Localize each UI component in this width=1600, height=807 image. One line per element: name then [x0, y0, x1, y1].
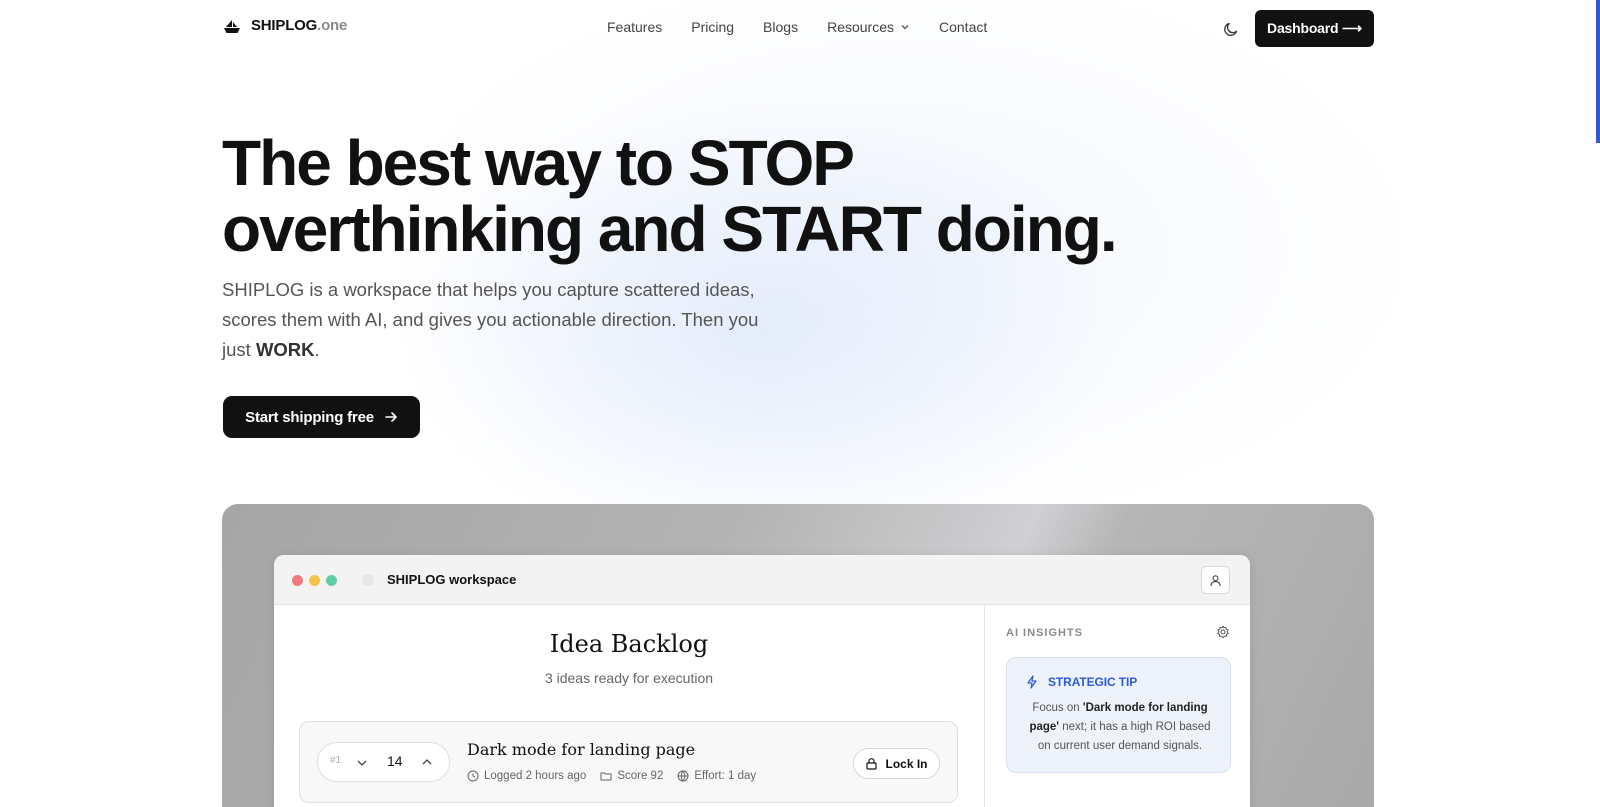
gear-icon[interactable]	[1216, 625, 1230, 639]
vote-stepper: #1 14	[317, 742, 450, 782]
nav-link-blogs[interactable]: Blogs	[763, 19, 798, 35]
nav-link-resources[interactable]: Resources	[827, 19, 910, 35]
hero-subtitle: SHIPLOG is a workspace that helps you ca…	[222, 275, 782, 365]
idea-logged-text: Logged 2 hours ago	[484, 770, 587, 782]
hero-title: The best way to STOP overthinking and ST…	[222, 130, 1222, 262]
window-minimize-dot[interactable]	[309, 575, 320, 586]
window-titlebar: SHIPLOG workspace	[274, 555, 1250, 605]
idea-backlog-panel: Idea Backlog 3 ideas ready for execution…	[274, 605, 984, 807]
nav-link-pricing[interactable]: Pricing	[691, 19, 734, 35]
tip-prefix: Focus on	[1032, 702, 1083, 714]
window-maximize-dot[interactable]	[326, 575, 337, 586]
lock-in-label: Lock In	[885, 756, 928, 771]
window-favicon-icon	[362, 574, 374, 586]
arrow-right-icon	[385, 412, 397, 422]
backlog-subtitle: 3 ideas ready for execution	[544, 670, 714, 686]
idea-logged: Logged 2 hours ago	[467, 770, 586, 782]
brand-suffix: .one	[317, 17, 348, 34]
idea-meta: Logged 2 hours ago Score 92 Effort: 1 da…	[467, 770, 756, 782]
hero-title-line-2: overthinking and START doing.	[222, 193, 1118, 265]
idea-score-text: Score 92	[617, 770, 664, 782]
hero-subtitle-end: .	[314, 339, 320, 360]
vote-count: 14	[387, 753, 403, 769]
idea-effort: Effort: 1 day	[677, 770, 756, 782]
lock-in-button[interactable]: Lock In	[853, 748, 940, 779]
product-showcase: SHIPLOG workspace Idea Backlog 3 ideas r…	[222, 504, 1374, 807]
hero-title-line-1: The best way to STOP	[222, 127, 855, 199]
idea-title: Dark mode for landing page	[467, 740, 696, 759]
top-navigation: SHIPLOG.one Features Pricing Blogs Resou…	[0, 0, 1600, 58]
moon-icon[interactable]	[1222, 20, 1240, 38]
clock-icon	[467, 770, 479, 782]
strategic-tip-card: STRATEGIC TIP Focus on 'Dark mode for la…	[1006, 657, 1231, 773]
backlog-title: Idea Backlog	[549, 630, 709, 658]
ship-icon	[224, 20, 240, 33]
chevron-down-icon	[901, 25, 909, 30]
strategic-tip-body: Focus on 'Dark mode for landing page' ne…	[1025, 699, 1215, 756]
chevron-up-icon[interactable]	[421, 756, 433, 768]
chevron-down-icon[interactable]	[356, 757, 368, 769]
brand-logo-link[interactable]: SHIPLOG.one	[222, 16, 347, 36]
ai-insights-panel: AI INSIGHTS STRATEGIC TIP Focus on 'Dark…	[984, 605, 1250, 807]
globe-icon	[677, 770, 689, 782]
nav-link-features[interactable]: Features	[607, 19, 662, 35]
start-shipping-label: Start shipping free	[245, 408, 374, 426]
brand-name: SHIPLOG	[251, 17, 318, 34]
window-close-dot[interactable]	[292, 575, 303, 586]
hero-subtitle-emphasis: WORK	[255, 339, 315, 360]
hero-section: The best way to STOP overthinking and ST…	[222, 130, 1222, 262]
idea-rank: #1	[330, 755, 342, 766]
dashboard-button[interactable]: Dashboard ⟶	[1255, 10, 1374, 47]
user-icon	[1210, 574, 1221, 586]
ai-insights-label: AI INSIGHTS	[1006, 627, 1084, 639]
nav-link-contact[interactable]: Contact	[939, 19, 987, 35]
nav-link-resources-label: Resources	[827, 19, 894, 35]
strategic-tip-title: STRATEGIC TIP	[1048, 675, 1138, 689]
window-title: SHIPLOG workspace	[387, 572, 517, 587]
idea-effort-text: Effort: 1 day	[694, 770, 757, 782]
user-profile-button[interactable]	[1201, 566, 1230, 594]
lock-icon	[866, 758, 878, 770]
lightning-icon	[1027, 675, 1037, 689]
workspace-window: SHIPLOG workspace Idea Backlog 3 ideas r…	[274, 555, 1250, 807]
folder-icon	[600, 772, 612, 781]
start-shipping-button[interactable]: Start shipping free	[223, 396, 420, 438]
tip-suffix: next; it has a high ROI based on current…	[1037, 721, 1211, 752]
strategic-tip-header: STRATEGIC TIP	[1025, 675, 1137, 689]
idea-card[interactable]: #1 14 Dark mode for landing page Logged …	[299, 721, 958, 803]
nav-links: Features Pricing Blogs Resources Contact	[607, 19, 987, 35]
scrollbar-thumb[interactable]	[1596, 0, 1600, 143]
idea-score: Score 92	[600, 770, 663, 782]
